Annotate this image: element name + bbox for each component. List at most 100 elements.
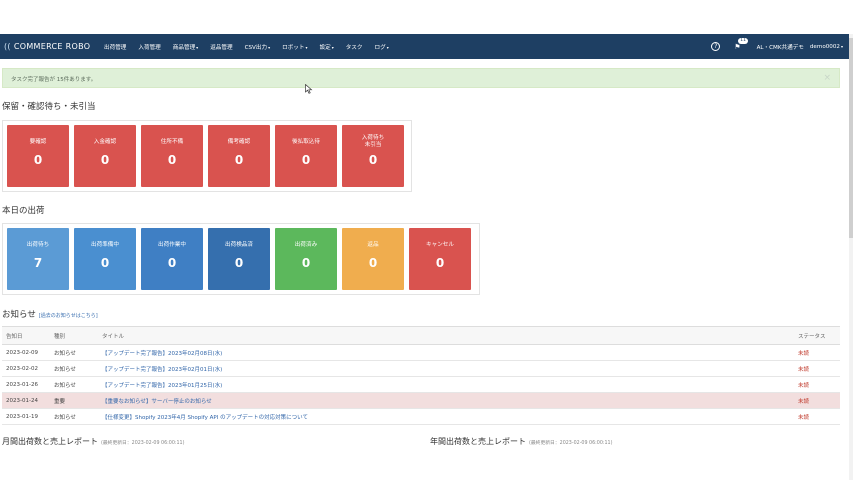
- tile-count: 0: [301, 153, 311, 167]
- news-title: お知らせ: [2, 310, 36, 320]
- nav-item-3[interactable]: 返品管理: [204, 43, 238, 51]
- news-cell-type: 重要: [50, 392, 98, 409]
- task-alert: タスク完了報告が 15件あります。 ×: [2, 68, 840, 88]
- tile-count: 0: [100, 153, 110, 167]
- shipping-tile-5[interactable]: 返品 0: [342, 228, 404, 290]
- tile-count: 0: [167, 256, 177, 270]
- shipping-tile-1[interactable]: 出荷準備中 0: [74, 228, 136, 290]
- nav-item-0[interactable]: 出荷管理: [98, 43, 132, 51]
- nav-item-5[interactable]: ロボット▾: [276, 43, 313, 51]
- pending-tile-4[interactable]: 後払取込待 0: [275, 125, 337, 187]
- nav-item-2[interactable]: 商品管理▾: [167, 43, 204, 51]
- navbar-right: ? ⚑ 11 AL・CMK共通デモ demo0002▾: [711, 34, 843, 59]
- column-header-status: ステータス: [794, 326, 840, 345]
- nav-item-1[interactable]: 入荷管理: [132, 43, 166, 51]
- table-row[interactable]: 2023-01-26 お知らせ 【アップデート完了報告】2023年01月25日(水)…: [2, 376, 840, 393]
- news-cell-date: 2023-01-24: [2, 392, 50, 409]
- shipping-tile-2[interactable]: 出荷作業中 0: [141, 228, 203, 290]
- news-cell-status: 未読: [794, 344, 840, 361]
- news-cell-status: 未読: [794, 360, 840, 377]
- shipping-heading: 本日の出荷: [2, 206, 45, 216]
- pending-tile-0[interactable]: 要確認 0: [7, 125, 69, 187]
- yearly-report-updated: (最終更新日：2023-02-09 06:00:11): [529, 441, 613, 446]
- news-cell-type: お知らせ: [50, 360, 98, 377]
- brand-mark-icon: ((: [4, 42, 11, 51]
- table-row[interactable]: 2023-01-19 お知らせ 【仕様変更】Shopify 2023年4月 Shop…: [2, 408, 840, 425]
- chevron-down-icon: ▾: [840, 43, 843, 49]
- user-menu[interactable]: demo0002▾: [810, 44, 843, 50]
- nav-item-label: 出荷管理: [104, 44, 127, 51]
- page-scrollbar[interactable]: [849, 34, 853, 480]
- news-table: 告知日 種別 タイトル ステータス 2023-02-09 お知らせ 【アップデート完…: [2, 326, 840, 425]
- nav-item-label: CSV出力: [244, 44, 268, 51]
- bell-icon: ⚑: [734, 42, 741, 51]
- column-header-type: 種別: [50, 326, 98, 345]
- tile-count: 0: [435, 256, 445, 270]
- news-cell-title[interactable]: 【アップデート完了報告】2023年01月25日(水): [98, 376, 794, 393]
- tile-label: 返品: [367, 242, 379, 248]
- news-cell-title[interactable]: 【アップデート完了報告】2023年02月01日(水): [98, 360, 794, 377]
- tile-label: キャンセル: [426, 242, 454, 248]
- pending-panel: 要確認 0 入金確認 0 住所不備 0 備考確認 0 後払取込待 0 入荷待ち 未引当 0: [2, 120, 412, 192]
- shipping-tile-6[interactable]: キャンセル 0: [409, 228, 471, 290]
- column-header-title: タイトル: [98, 326, 794, 345]
- brand-name: COMMERCE ROBO: [13, 42, 91, 51]
- tile-count: 7: [33, 256, 43, 270]
- main-menu: 出荷管理 入荷管理 商品管理▾ 返品管理 CSV出力▾ ロボット▾ 設定▾ タスク ログ▾: [98, 43, 395, 51]
- monthly-report-heading: 月間出荷数と売上レポート (最終更新日：2023-02-09 06:00:11): [2, 436, 184, 447]
- notification-count-badge: 11: [738, 37, 749, 44]
- nav-item-7[interactable]: タスク: [340, 43, 369, 51]
- pending-heading: 保留・確認待ち・未引当: [2, 102, 96, 112]
- news-cell-date: 2023-01-19: [2, 408, 50, 425]
- help-icon[interactable]: ?: [711, 42, 721, 51]
- chevron-down-icon: ▾: [305, 44, 308, 50]
- nav-item-6[interactable]: 設定▾: [313, 43, 339, 51]
- news-cell-title[interactable]: 【仕様変更】Shopify 2023年4月 Shopify API のアップデー…: [98, 408, 794, 425]
- tile-count: 0: [234, 153, 244, 167]
- tile-count: 0: [33, 153, 43, 167]
- nav-item-4[interactable]: CSV出力▾: [239, 43, 277, 51]
- company-menu[interactable]: AL・CMK共通デモ: [757, 43, 804, 51]
- pending-tile-5[interactable]: 入荷待ち 未引当 0: [342, 125, 404, 187]
- shipping-tile-0[interactable]: 出荷待ち 7: [7, 228, 69, 290]
- nav-item-label: 商品管理: [172, 44, 196, 51]
- news-cell-status: 未読: [794, 408, 840, 425]
- alert-message: タスク完了報告が 15件あります。: [11, 77, 97, 83]
- tile-count: 0: [368, 256, 378, 270]
- news-cell-type: お知らせ: [50, 376, 98, 393]
- news-cell-date: 2023-01-26: [2, 376, 50, 393]
- chevron-down-icon: ▾: [268, 44, 271, 50]
- past-news-link[interactable]: [過去のお知らせはこちら]: [39, 313, 98, 319]
- notification-button[interactable]: ⚑ 11: [734, 37, 749, 51]
- tile-label: 出荷準備中: [91, 242, 119, 248]
- pending-tile-3[interactable]: 備考確認 0: [208, 125, 270, 187]
- table-row[interactable]: 2023-02-02 お知らせ 【アップデート完了報告】2023年02月01日(水)…: [2, 360, 840, 377]
- news-cell-title[interactable]: 【アップデート完了報告】2023年02月08日(水): [98, 344, 794, 361]
- chevron-down-icon: ▾: [196, 44, 199, 50]
- news-cell-status: 未読: [794, 392, 840, 409]
- news-cell-title[interactable]: 【重要なお知らせ】サーバー停止のお知らせ: [98, 392, 794, 409]
- tile-label: 備考確認: [227, 139, 251, 145]
- tile-count: 0: [234, 256, 244, 270]
- news-cell-type: お知らせ: [50, 344, 98, 361]
- news-header-row: 告知日 種別 タイトル ステータス: [2, 326, 840, 345]
- shipping-tile-3[interactable]: 出荷検品済 0: [208, 228, 270, 290]
- shipping-tile-4[interactable]: 出荷済み 0: [275, 228, 337, 290]
- yearly-report-title: 年間出荷数と売上レポート: [430, 437, 526, 446]
- pending-tile-2[interactable]: 住所不備 0: [141, 125, 203, 187]
- table-row[interactable]: 2023-01-24 重要 【重要なお知らせ】サーバー停止のお知らせ 未読: [2, 392, 840, 409]
- nav-item-label: 設定: [319, 44, 331, 51]
- tile-count: 0: [100, 256, 110, 270]
- nav-item-8[interactable]: ログ▾: [369, 43, 395, 51]
- news-cell-date: 2023-02-02: [2, 360, 50, 377]
- mouse-cursor-icon: [305, 84, 313, 94]
- table-row[interactable]: 2023-02-09 お知らせ 【アップデート完了報告】2023年02月08日(水)…: [2, 344, 840, 361]
- chevron-down-icon: ▾: [331, 44, 334, 50]
- scrollbar-thumb[interactable]: [849, 38, 853, 238]
- user-name: demo0002: [809, 43, 840, 50]
- brand-logo[interactable]: (( COMMERCE ROBO: [0, 42, 98, 51]
- tile-label: 後払取込待: [292, 139, 320, 145]
- close-icon[interactable]: ×: [823, 73, 831, 83]
- column-header-date: 告知日: [2, 326, 50, 345]
- pending-tile-1[interactable]: 入金確認 0: [74, 125, 136, 187]
